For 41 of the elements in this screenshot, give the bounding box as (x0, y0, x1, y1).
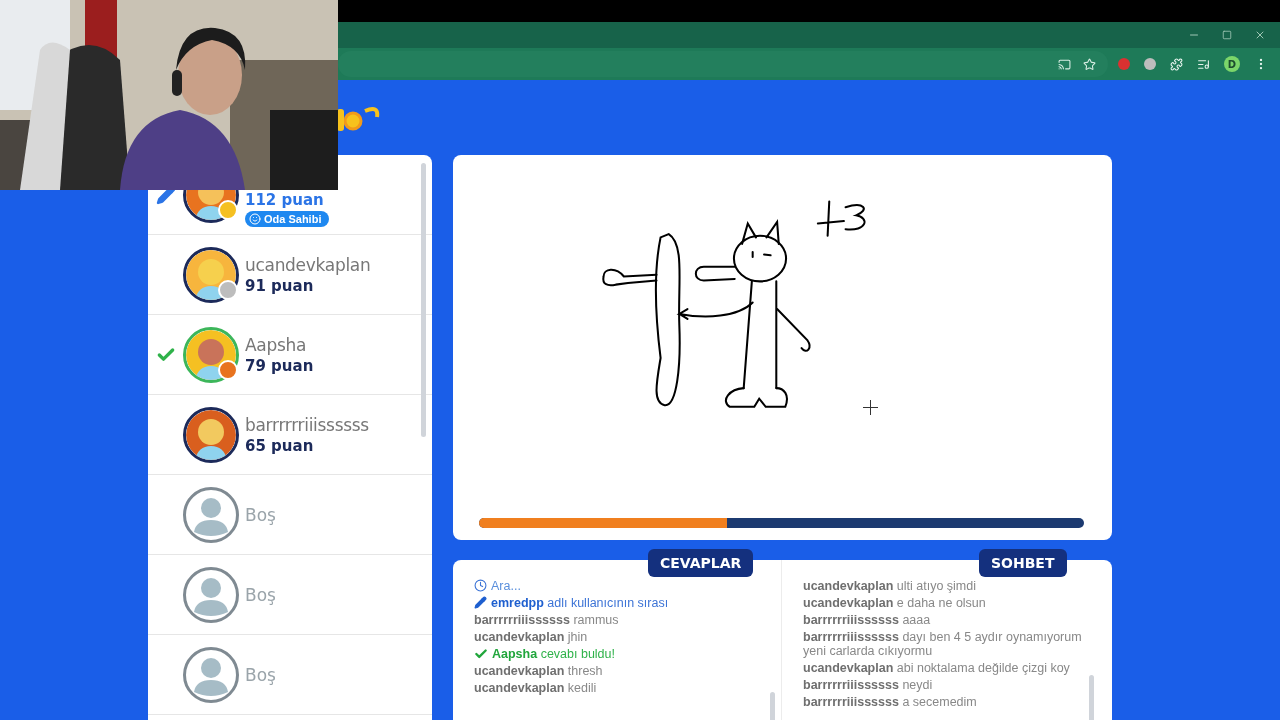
close-icon[interactable] (1254, 29, 1266, 41)
puzzle-icon[interactable] (1170, 57, 1183, 71)
crosshair-icon (863, 400, 878, 415)
smiley-icon (249, 212, 261, 225)
cast-icon[interactable] (1058, 57, 1071, 71)
clock-icon (474, 579, 487, 592)
pencil-icon (474, 596, 487, 609)
maximize-icon[interactable] (1222, 30, 1232, 40)
chat-message: ucandevkaplan thresh (474, 664, 603, 678)
chat-message: emredpp adlı kullanıcının sırası (491, 596, 669, 610)
playlist-icon[interactable] (1197, 57, 1210, 71)
player-score: 65 puan (245, 436, 315, 455)
circle-icon[interactable] (1144, 58, 1156, 70)
drawing-canvas[interactable] (453, 155, 1112, 540)
chat-message: barrrrrriiissssss neydi (803, 678, 933, 692)
scrollbar[interactable] (770, 692, 775, 720)
empty-slot-label: Boş (245, 584, 276, 605)
chat-message: ucandevkaplan kedili (474, 681, 597, 695)
chat-message: Aapsha cevabı buldu! (492, 647, 615, 661)
player-name: barrrrrriiissssss (245, 414, 369, 435)
player-score: 79 puan (245, 356, 314, 375)
chat-message: ucandevkaplan abi noktalama değilde çizgi koy (803, 661, 1070, 675)
chat-message: barrrrrriiissssss aaaa (803, 613, 931, 627)
chat-message: ucandevkaplan ulti atıyo şimdi (803, 579, 976, 593)
scrollbar[interactable] (1089, 675, 1094, 720)
chat-message: ucandevkaplan e daha ne olsun (803, 596, 986, 610)
player-name: ucandevkaplan (245, 254, 371, 275)
profile-avatar[interactable]: D (1224, 56, 1240, 72)
chat-message: Ara... (491, 579, 521, 593)
player-score: 91 puan (245, 276, 315, 295)
player-name: Aapsha (245, 334, 308, 355)
star-icon[interactable] (1083, 57, 1096, 71)
empty-slot-label: Boş (245, 664, 276, 685)
player-score: 112 puan (245, 190, 325, 209)
scrollbar[interactable] (421, 163, 426, 437)
badge-label: Oda Sahibi (264, 212, 322, 225)
chat-message: barrrrrriiissssss rammus (474, 613, 619, 627)
chat-message: ucandevkaplan jhin (474, 630, 588, 644)
check-icon (474, 647, 488, 661)
chat-message: barrrrrriiissssss a secemedim (803, 695, 977, 709)
empty-slot-label: Boş (245, 504, 276, 525)
